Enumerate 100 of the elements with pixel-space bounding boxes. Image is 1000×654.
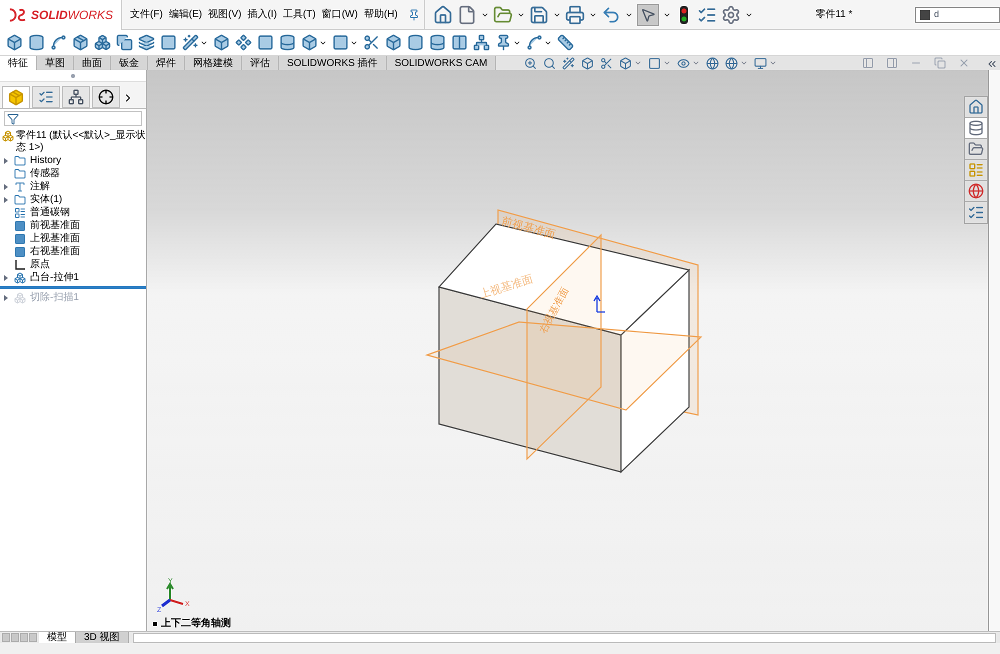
box-icon[interactable] bbox=[581, 56, 594, 70]
expand-arrow-icon[interactable] bbox=[4, 158, 8, 164]
terminal-icon bbox=[920, 10, 930, 20]
box-icon[interactable] bbox=[213, 34, 230, 51]
menu-item[interactable]: 帮助(H) bbox=[364, 7, 398, 22]
tree-item-label[interactable]: 注解 bbox=[30, 180, 50, 192]
eye-icon[interactable] bbox=[677, 56, 690, 70]
part-icon bbox=[2, 130, 14, 142]
tree-item-label[interactable]: 原点 bbox=[30, 258, 50, 270]
save-icon[interactable] bbox=[528, 4, 549, 24]
list-icon[interactable] bbox=[32, 86, 60, 108]
command-tab[interactable]: 评估 bbox=[242, 56, 279, 70]
box-icon[interactable] bbox=[301, 34, 318, 51]
cylinder-icon[interactable] bbox=[407, 34, 424, 51]
plane-label: 前视基准面 bbox=[500, 215, 556, 242]
traffic-light-icon[interactable] bbox=[678, 4, 689, 24]
axis-triad-drawing bbox=[161, 582, 184, 608]
monitor-icon[interactable] bbox=[754, 56, 768, 70]
sphere-icon[interactable] bbox=[725, 56, 738, 70]
expand-arrow-icon[interactable] bbox=[4, 184, 8, 190]
folder-icon bbox=[14, 154, 26, 166]
command-tab[interactable]: SOLIDWORKS CAM bbox=[386, 56, 496, 70]
tree-item-label[interactable]: 前视基准面 bbox=[30, 220, 80, 232]
box-icon[interactable] bbox=[619, 56, 632, 70]
box-icon[interactable] bbox=[385, 34, 402, 51]
command-tab[interactable]: 焊件 bbox=[148, 56, 185, 70]
select-button[interactable] bbox=[636, 4, 659, 26]
square-icon[interactable] bbox=[160, 34, 177, 51]
filter-field[interactable] bbox=[4, 111, 142, 126]
plane-label: 右视基准面 bbox=[538, 286, 572, 336]
shape-icon[interactable] bbox=[235, 34, 252, 51]
print-icon[interactable] bbox=[564, 4, 585, 24]
ruler-icon[interactable] bbox=[557, 34, 574, 51]
command-tab[interactable]: 草图 bbox=[37, 56, 74, 70]
command-tab[interactable]: 特征 bbox=[0, 56, 37, 70]
command-tab[interactable]: 钣金 bbox=[111, 56, 148, 70]
settings-icon[interactable] bbox=[720, 4, 741, 24]
wand-icon[interactable] bbox=[562, 56, 576, 70]
command-tab[interactable]: SOLIDWORKS 插件 bbox=[279, 56, 387, 70]
copy-icon[interactable] bbox=[116, 34, 133, 51]
box-icon[interactable] bbox=[6, 34, 23, 51]
pin-icon[interactable] bbox=[495, 34, 512, 51]
tree-item-label[interactable]: 上视基准面 bbox=[30, 232, 80, 244]
document-title: 零件11 * bbox=[815, 8, 852, 22]
view-name: 上下二等角轴测 bbox=[161, 616, 231, 631]
expand-arrow-icon[interactable] bbox=[4, 274, 8, 280]
tree-item-label[interactable]: 传感器 bbox=[30, 168, 60, 180]
undo-icon[interactable] bbox=[600, 4, 621, 24]
crosshair-icon[interactable] bbox=[92, 86, 120, 108]
folder-icon bbox=[14, 168, 26, 180]
expand-arrow-icon[interactable] bbox=[4, 196, 8, 202]
cut-icon[interactable] bbox=[363, 34, 380, 51]
model-tab[interactable]: 模型 bbox=[39, 632, 76, 644]
tree-icon[interactable] bbox=[62, 86, 90, 108]
curve-icon[interactable] bbox=[526, 34, 543, 51]
filter-icon bbox=[7, 112, 19, 124]
layers-icon[interactable] bbox=[138, 34, 155, 51]
menu-item[interactable]: 编辑(E) bbox=[168, 7, 202, 22]
tree-item-label[interactable]: 普通碳钢 bbox=[30, 206, 70, 218]
pointer-icon bbox=[640, 6, 656, 22]
wand-icon[interactable] bbox=[182, 34, 199, 51]
list-icon bbox=[14, 206, 26, 218]
grip-icon[interactable] bbox=[71, 74, 75, 78]
horizontal-scrollbar[interactable] bbox=[132, 632, 996, 642]
cut-icon[interactable] bbox=[600, 56, 614, 70]
stack-icon[interactable] bbox=[429, 34, 446, 51]
menu-item[interactable]: 工具(T) bbox=[282, 7, 316, 22]
part-icon[interactable] bbox=[2, 86, 30, 108]
menu-item[interactable]: 文件(F) bbox=[130, 7, 163, 22]
command-tab[interactable]: 网格建模 bbox=[185, 56, 242, 70]
menu-item[interactable]: 窗口(W) bbox=[322, 7, 358, 22]
tree-root-label[interactable]: 零件11 (默认<<默认>_显示状态 1>) bbox=[16, 130, 146, 154]
menu-item[interactable]: 插入(I) bbox=[247, 7, 277, 22]
network-icon[interactable] bbox=[473, 34, 490, 51]
columns-icon[interactable] bbox=[451, 34, 468, 51]
model-tab[interactable]: 3D 视图 bbox=[76, 632, 129, 644]
expand-arrow-icon[interactable] bbox=[4, 294, 8, 300]
collapse-icon[interactable] bbox=[986, 58, 998, 70]
square-icon[interactable] bbox=[257, 34, 274, 51]
new-file-icon[interactable] bbox=[456, 4, 477, 24]
logo-mark-icon bbox=[8, 6, 27, 22]
tree-item-label[interactable]: 凸台-拉伸1 bbox=[30, 272, 79, 284]
tree-item-label[interactable]: History bbox=[30, 154, 62, 166]
search-icon[interactable] bbox=[543, 56, 556, 70]
command-tab[interactable]: 曲面 bbox=[74, 56, 111, 70]
boxes-icon[interactable] bbox=[94, 34, 111, 51]
plane-icon bbox=[14, 246, 26, 258]
text-icon bbox=[14, 180, 26, 192]
zoom-icon[interactable] bbox=[524, 56, 538, 70]
cylinder-icon[interactable] bbox=[28, 34, 45, 51]
stack-icon[interactable] bbox=[279, 34, 296, 51]
search-field[interactable]: d bbox=[915, 6, 1000, 22]
tree-item-label[interactable]: 实体(1) bbox=[30, 194, 62, 206]
home-icon[interactable] bbox=[432, 4, 453, 24]
pin-icon[interactable] bbox=[408, 8, 420, 20]
tree-item-label[interactable]: 右视基准面 bbox=[30, 246, 80, 258]
menu-item[interactable]: 视图(V) bbox=[208, 7, 242, 22]
curve-icon[interactable] bbox=[50, 34, 67, 51]
sphere-icon[interactable] bbox=[706, 56, 720, 70]
package-icon[interactable] bbox=[72, 34, 89, 51]
